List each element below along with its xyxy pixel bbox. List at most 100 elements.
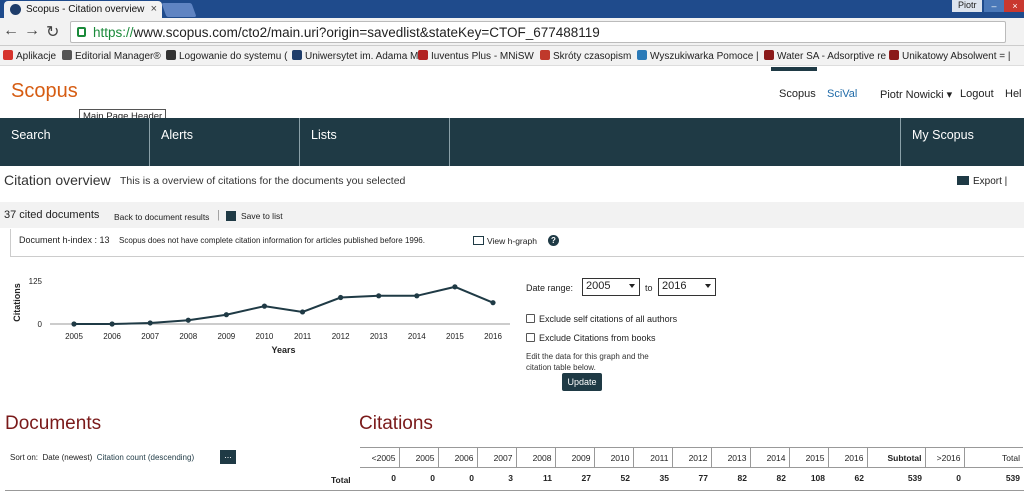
- bookmark-item[interactable]: Unikatowy Absolwent = |: [889, 50, 1011, 62]
- column-header: 2016: [827, 447, 868, 468]
- url-text: www.scopus.com/cto2/main.uri?origin=save…: [133, 25, 600, 40]
- scopus-logo[interactable]: Scopus: [11, 80, 78, 103]
- h-index-warning: Scopus does not have complete citation i…: [119, 236, 425, 245]
- view-h-graph-link[interactable]: View h-graph: [473, 236, 537, 246]
- nav-alerts[interactable]: Alerts: [150, 118, 300, 166]
- exclude-books-option[interactable]: Exclude Citations from books: [526, 333, 656, 343]
- browser-tab[interactable]: Scopus - Citation overview ×: [4, 1, 162, 18]
- bookmark-item[interactable]: Uniwersytet im. Adama M: [292, 50, 418, 62]
- h-index: Document h-index : 13: [19, 235, 110, 245]
- nav-spacer: [450, 118, 901, 166]
- x-tick-label: 2005: [65, 332, 83, 341]
- column-header: 2009: [554, 447, 595, 468]
- total-cell: 27: [555, 467, 594, 488]
- bookmark-label: Logowanie do systemu (: [179, 51, 288, 62]
- y-tick-label: 0: [38, 320, 43, 329]
- bookmark-icon: [418, 50, 428, 60]
- sort-by-citation-link[interactable]: Citation count (descending): [97, 453, 194, 462]
- bookmark-item[interactable]: Skróty czasopism: [540, 50, 631, 62]
- user-menu[interactable]: Piotr Nowicki ▾: [880, 88, 952, 101]
- exclude-self-citations-checkbox[interactable]: [526, 314, 535, 323]
- bookmark-icon: [3, 50, 13, 60]
- x-tick-label: 2009: [217, 332, 235, 341]
- back-to-results-link[interactable]: Back to document results: [114, 212, 209, 222]
- total-cell: 0: [360, 467, 399, 488]
- data-point: [414, 293, 420, 299]
- nav-my-scopus[interactable]: My Scopus: [901, 118, 1024, 166]
- save-to-list-button[interactable]: Save to list: [226, 211, 283, 221]
- chevron-down-icon: [629, 284, 635, 288]
- sort-by-date-link[interactable]: Date (newest): [42, 453, 92, 462]
- save-icon: [226, 211, 236, 221]
- column-header: Total: [963, 447, 1023, 468]
- column-header: 2012: [671, 447, 712, 468]
- help-link[interactable]: Hel: [1005, 88, 1022, 100]
- bookmark-label: Skróty czasopism: [553, 51, 632, 62]
- total-cell: 108: [789, 467, 828, 488]
- total-cell: 11: [516, 467, 555, 488]
- from-year-select[interactable]: 2005: [582, 278, 640, 296]
- column-header: 2010: [593, 447, 634, 468]
- column-header: 2013: [710, 447, 751, 468]
- reload-icon[interactable]: ↻: [46, 22, 59, 42]
- sort-on-label: Sort on:: [10, 453, 39, 462]
- data-point: [490, 300, 496, 306]
- data-point: [109, 321, 115, 327]
- bookmark-icon: [764, 50, 774, 60]
- more-options-button[interactable]: ...: [220, 450, 236, 464]
- back-arrow-icon[interactable]: ←: [3, 22, 19, 40]
- exclude-books-checkbox[interactable]: [526, 333, 535, 342]
- total-cell: 62: [828, 467, 867, 488]
- citations-heading: Citations: [359, 413, 433, 434]
- browser-user-label[interactable]: Piotr: [952, 0, 982, 12]
- bookmark-item[interactable]: Wyszukiwarka Pomoce |: [637, 50, 759, 62]
- bookmark-item[interactable]: Iuventus Plus - MNiSW: [418, 50, 534, 62]
- export-label: Export: [973, 176, 1002, 187]
- update-button[interactable]: Update: [562, 373, 602, 391]
- page-title: Citation overview: [4, 172, 111, 188]
- x-tick-label: 2014: [408, 332, 426, 341]
- address-bar[interactable]: https://www.scopus.com/cto2/main.uri?ori…: [70, 21, 1006, 43]
- divider: [5, 490, 1024, 491]
- column-header: 2005: [398, 447, 439, 468]
- bookmark-item[interactable]: Water SA - Adsorptive re: [764, 50, 886, 62]
- column-header: 2008: [515, 447, 556, 468]
- edit-note: Edit the data for this graph and the cit…: [526, 352, 649, 372]
- separator: |: [217, 209, 220, 221]
- active-product-indicator: [771, 67, 817, 71]
- help-icon[interactable]: ?: [548, 235, 559, 246]
- x-tick-label: 2006: [103, 332, 121, 341]
- bookmark-item[interactable]: Logowanie do systemu (: [166, 50, 287, 62]
- data-point: [71, 321, 77, 327]
- page-subtitle: This is a overview of citations for the …: [120, 175, 406, 187]
- forward-arrow-icon[interactable]: →: [24, 22, 40, 40]
- export-button[interactable]: Export |: [957, 176, 1007, 187]
- total-cell: 539: [964, 467, 1023, 488]
- close-tab-icon[interactable]: ×: [151, 3, 157, 15]
- date-range-label: Date range:: [526, 283, 574, 293]
- minimize-icon[interactable]: –: [984, 0, 1004, 12]
- new-tab-button[interactable]: [161, 3, 197, 17]
- bookmarks-bar: Aplikacje Editorial Manager® Logowanie do …: [0, 46, 1024, 66]
- citations-chart: 0 125 2005 2006 2007 2008 2009 2010 2011 2012 2013…: [12, 277, 510, 355]
- data-point: [299, 309, 306, 315]
- bookmark-icon: [637, 50, 647, 60]
- logout-link[interactable]: Logout: [960, 88, 994, 100]
- scival-link[interactable]: SciVal: [827, 88, 857, 100]
- close-window-icon[interactable]: ×: [1004, 0, 1024, 12]
- bookmark-icon: [889, 50, 899, 60]
- exclude-self-citations-option[interactable]: Exclude self citations of all authors: [526, 314, 677, 324]
- total-cell: 3: [477, 467, 516, 488]
- data-point: [223, 312, 229, 318]
- lock-icon: [77, 27, 86, 37]
- scopus-favicon-icon: [10, 4, 21, 15]
- bookmark-item[interactable]: Aplikacje: [3, 50, 56, 62]
- nav-search[interactable]: Search: [0, 118, 150, 166]
- bookmark-label: Iuventus Plus - MNiSW: [431, 51, 534, 62]
- scopus-link[interactable]: Scopus: [779, 88, 816, 100]
- sort-options: Sort on: Date (newest) Citation count (d…: [10, 453, 194, 462]
- bookmark-item[interactable]: Editorial Manager®: [62, 50, 161, 62]
- to-year-select[interactable]: 2016: [658, 278, 716, 296]
- total-cell: 35: [633, 467, 672, 488]
- nav-lists[interactable]: Lists: [300, 118, 450, 166]
